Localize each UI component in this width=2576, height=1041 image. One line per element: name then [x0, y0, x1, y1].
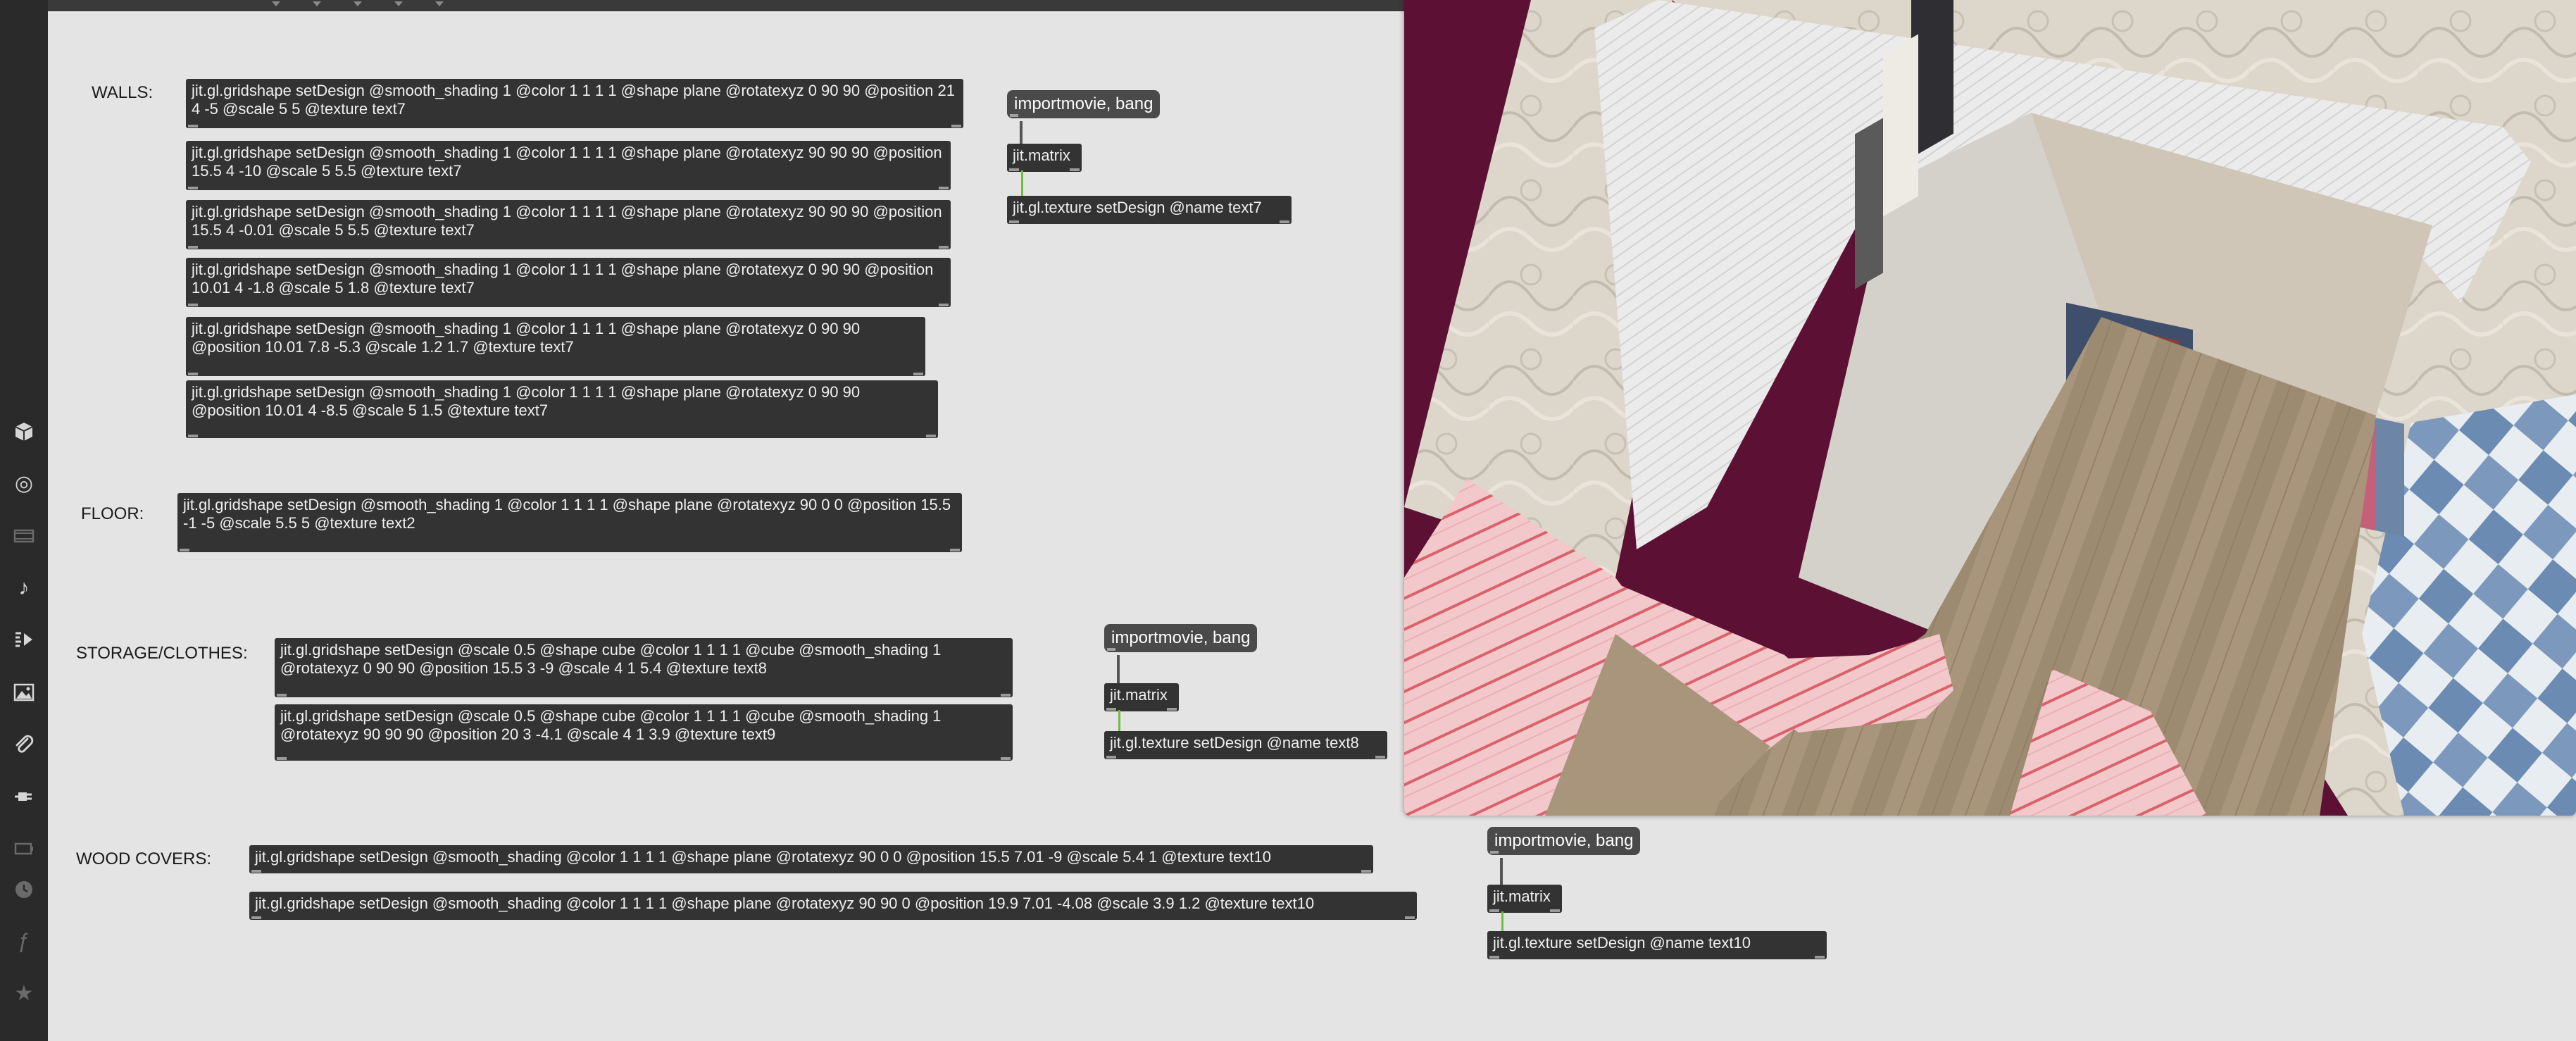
chevron-down-icon[interactable] [435, 1, 444, 6]
jit-matrix-object[interactable]: jit.matrix [1487, 885, 1562, 913]
star-icon[interactable]: ★ [10, 980, 38, 1008]
gridshape-storage-object[interactable]: jit.gl.gridshape setDesign @scale 0.5 @s… [275, 638, 1013, 697]
chevron-down-icon[interactable] [354, 1, 362, 6]
music-note-icon[interactable]: ♪ [10, 574, 38, 602]
cube-icon[interactable] [10, 418, 38, 446]
film-strip-icon[interactable] [10, 522, 38, 550]
image-icon[interactable] [10, 678, 38, 706]
target-icon[interactable]: ◎ [10, 470, 38, 498]
jit-matrix-object[interactable]: jit.matrix [1007, 144, 1082, 172]
render-window[interactable] [1404, 0, 2576, 816]
media-playlist-icon[interactable] [10, 626, 38, 654]
italic-f-icon[interactable]: ƒ [10, 928, 38, 956]
rendered-closet-scene [1404, 0, 2576, 816]
gridshape-wall-object[interactable]: jit.gl.gridshape setDesign @smooth_shadi… [186, 200, 951, 249]
gridshape-floor-object[interactable]: jit.gl.gridshape setDesign @smooth_shadi… [177, 493, 962, 552]
gridshape-wall-object[interactable]: jit.gl.gridshape setDesign @smooth_shadi… [186, 258, 951, 307]
floor-comment: FLOOR: [81, 504, 144, 523]
chevron-down-icon[interactable] [313, 1, 321, 6]
patchcord [1500, 858, 1503, 886]
patchcord [1117, 655, 1120, 683]
left-toolbar: ◎ ♪ ƒ ★ [0, 0, 48, 1041]
gridshape-wall-object[interactable]: jit.gl.gridshape setDesign @smooth_shadi… [186, 79, 963, 128]
walls-comment: WALLS: [92, 83, 154, 102]
storage-comment: STORAGE/CLOTHES: [76, 644, 248, 663]
gridshape-wood-cover-object[interactable]: jit.gl.gridshape setDesign @smooth_shadi… [249, 845, 1373, 873]
patcher-top-bar [48, 0, 1404, 11]
importmovie-bang-message[interactable]: importmovie, bang [1487, 827, 1641, 855]
gridshape-wood-cover-object[interactable]: jit.gl.gridshape setDesign @smooth_shadi… [249, 892, 1417, 920]
chevron-down-icon[interactable] [272, 1, 280, 6]
gridshape-wall-object[interactable]: jit.gl.gridshape setDesign @smooth_shadi… [186, 141, 951, 190]
jit-matrix-object[interactable]: jit.matrix [1104, 683, 1179, 711]
paperclip-icon[interactable] [10, 730, 38, 759]
jit-gl-texture-object[interactable]: jit.gl.texture setDesign @name text8 [1104, 731, 1387, 759]
importmovie-bang-message[interactable]: importmovie, bang [1007, 90, 1161, 118]
jit-gl-texture-object[interactable]: jit.gl.texture setDesign @name text10 [1487, 931, 1827, 959]
jit-gl-texture-object[interactable]: jit.gl.texture setDesign @name text7 [1007, 196, 1292, 224]
gridshape-storage-object[interactable]: jit.gl.gridshape setDesign @scale 0.5 @s… [275, 704, 1013, 761]
battery-icon[interactable] [10, 835, 38, 863]
chevron-down-icon[interactable] [394, 1, 403, 6]
wood-covers-comment: WOOD COVERS: [76, 849, 212, 868]
gridshape-wall-object[interactable]: jit.gl.gridshape setDesign @smooth_shadi… [186, 317, 925, 376]
importmovie-bang-message[interactable]: importmovie, bang [1104, 624, 1258, 652]
plug-icon[interactable] [10, 783, 38, 811]
clock-icon[interactable] [10, 875, 38, 904]
patchcord [1021, 170, 1023, 199]
gridshape-wall-object[interactable]: jit.gl.gridshape setDesign @smooth_shadi… [186, 380, 938, 438]
